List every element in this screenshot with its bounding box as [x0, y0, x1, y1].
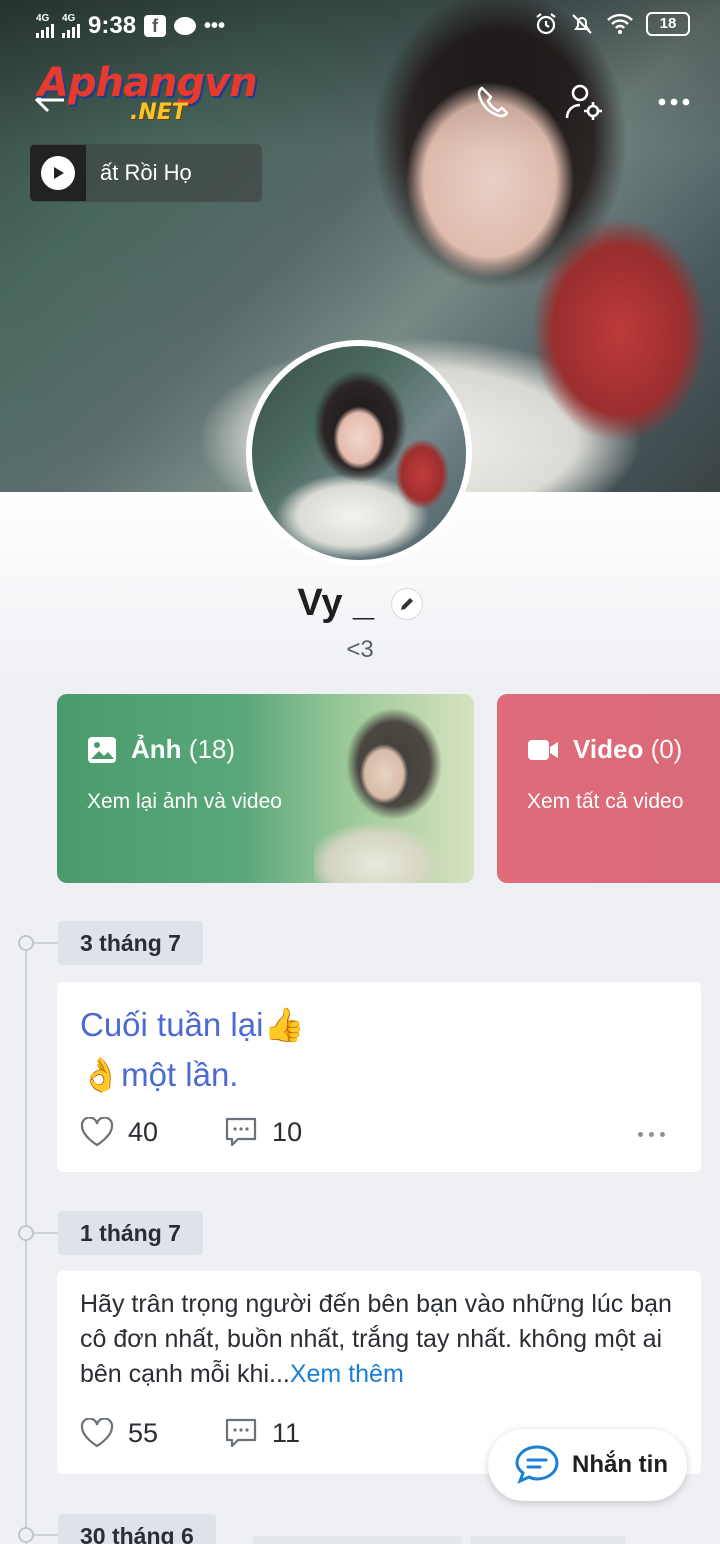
next-post-preview: [470, 1536, 626, 1544]
music-title: ất Rồi Họ: [100, 160, 192, 185]
timeline-dot: [18, 1527, 34, 1543]
like-count: 40: [128, 1116, 159, 1147]
post-text: Hãy trân trọng người đến bên bạn vào nhữ…: [80, 1290, 672, 1388]
photo-count: (18): [188, 734, 236, 764]
heart-icon: [80, 1117, 114, 1147]
message-button-label: Nhắn tin: [572, 1451, 668, 1478]
status-bar: 4G 4G 9:38 f ••• 18: [0, 0, 720, 54]
comment-count: 11: [272, 1417, 301, 1448]
watermark-logo: Aphangvn .NET: [38, 60, 258, 125]
post-text: Cuối tuần lại👍 👌một lần.: [80, 1006, 305, 1093]
photo-label: Ảnh: [131, 734, 182, 764]
photo-subtitle: Xem lại ảnh và video: [87, 790, 282, 813]
pencil-icon: [400, 597, 413, 610]
music-thumbnail: [30, 145, 86, 201]
timeline-dot: [18, 935, 34, 951]
comment-count: 10: [272, 1116, 303, 1147]
alarm-icon: [536, 13, 556, 35]
photo-card[interactable]: Ảnh (18) Xem lại ảnh và video: [57, 694, 474, 883]
profile-music[interactable]: ất Rồi Họ: [30, 144, 262, 202]
more-dots-icon[interactable]: [652, 80, 696, 124]
profile-status: <3: [346, 636, 374, 663]
video-subtitle: Xem tất cả video: [527, 790, 684, 813]
clock: 9:38: [88, 12, 137, 39]
message-button[interactable]: Nhắn tin: [488, 1429, 687, 1501]
heart-icon: [80, 1418, 114, 1448]
comment-button[interactable]: 11: [224, 1417, 300, 1449]
post-more-icon[interactable]: [638, 1132, 665, 1137]
avatar[interactable]: [246, 340, 472, 566]
timeline-line: [25, 942, 27, 1544]
more-notifications-icon: •••: [204, 14, 226, 37]
mute-icon: [572, 14, 592, 34]
comment-icon: [225, 1418, 257, 1448]
messenger-icon: [174, 17, 197, 35]
comment-button[interactable]: 10: [224, 1116, 302, 1148]
photo-preview: [314, 694, 474, 883]
post-date: 3 tháng 7: [58, 921, 203, 965]
profile-name: Vy _: [297, 582, 375, 624]
timeline-dot: [18, 1225, 34, 1241]
video-card[interactable]: Video (0) Xem tất cả video: [497, 694, 720, 883]
play-icon[interactable]: [41, 156, 75, 190]
next-post-preview: [252, 1536, 462, 1544]
user-gear-icon[interactable]: [562, 80, 606, 124]
timeline-connector: [34, 1534, 58, 1536]
like-button[interactable]: 40: [80, 1117, 158, 1148]
edit-name-button[interactable]: [390, 587, 423, 620]
timeline-connector: [34, 1232, 58, 1234]
post-card[interactable]: Cuối tuần lại👍 👌một lần. 40 10: [57, 982, 701, 1172]
post-date: 30 tháng 6: [58, 1514, 216, 1544]
image-icon: [88, 736, 116, 763]
wifi-icon: [607, 13, 633, 34]
video-camera-icon: [528, 739, 558, 760]
timeline-connector: [34, 942, 58, 944]
post-date: 1 tháng 7: [58, 1211, 203, 1255]
phone-icon[interactable]: [470, 80, 514, 124]
name-row: Vy _: [0, 582, 720, 625]
like-button[interactable]: 55: [80, 1418, 158, 1449]
signal-2: 4G: [62, 14, 80, 38]
video-count: (0): [650, 734, 683, 764]
battery-indicator: 18: [646, 12, 690, 36]
like-count: 55: [128, 1417, 159, 1448]
signal-1: 4G: [36, 14, 54, 38]
comment-icon: [225, 1117, 257, 1147]
facebook-icon: f: [144, 15, 167, 37]
top-nav: Aphangvn .NET: [0, 60, 720, 140]
chat-bubble-icon: [515, 1445, 559, 1484]
see-more-link[interactable]: Xem thêm: [290, 1360, 404, 1388]
video-label: Video: [573, 734, 644, 764]
